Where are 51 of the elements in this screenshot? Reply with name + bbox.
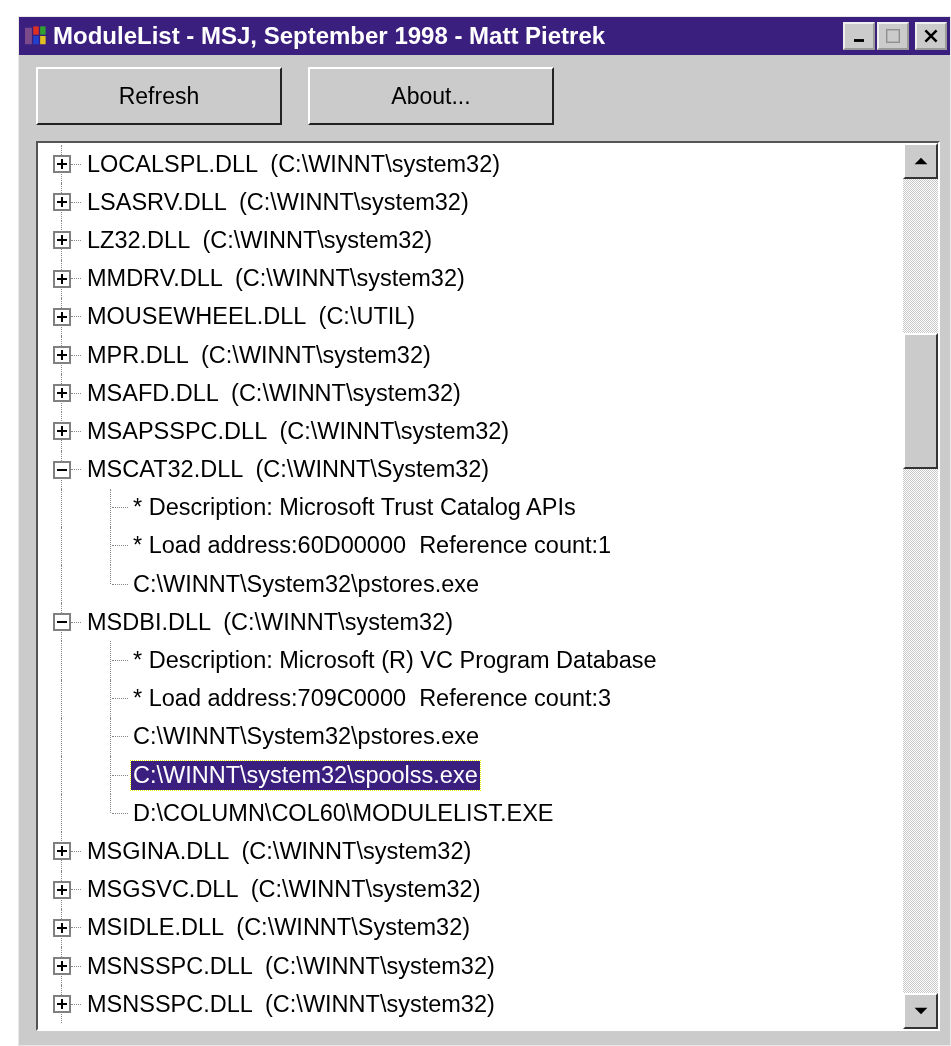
- tree-item[interactable]: MSGINA.DLL (C:\WINNT\system32): [85, 836, 474, 866]
- collapse-icon[interactable]: [53, 613, 71, 632]
- tree-item[interactable]: * Description: Microsoft Trust Catalog APIs: [131, 493, 578, 523]
- tree-item[interactable]: MSCAT32.DLL (C:\WINNT\System32): [85, 455, 492, 485]
- minimize-button[interactable]: [843, 22, 875, 50]
- tree-item[interactable]: * Description: Microsoft (R) VC Program Database: [131, 646, 659, 676]
- tree-item[interactable]: D:\COLUMN\COL60\MODULELIST.EXE: [131, 798, 556, 828]
- expand-icon[interactable]: [53, 384, 71, 403]
- tree-item[interactable]: LSASRV.DLL (C:\WINNT\system32): [85, 187, 471, 217]
- tree-item[interactable]: C:\WINNT\System32\pstores.exe: [131, 722, 482, 752]
- expand-icon[interactable]: [53, 231, 71, 250]
- expand-icon[interactable]: [53, 269, 71, 288]
- tree-item[interactable]: C:\WINNT\System32\pstores.exe: [131, 569, 482, 599]
- scrollbar[interactable]: [903, 143, 938, 1029]
- expand-icon[interactable]: [53, 842, 71, 861]
- tree-item[interactable]: * Load address:709C0000 Reference count:3: [131, 684, 614, 714]
- expand-icon[interactable]: [53, 880, 71, 899]
- tree-item[interactable]: MSAPSSPC.DLL (C:\WINNT\system32): [85, 416, 512, 446]
- tree-item[interactable]: * Load address:60D00000 Reference count:1: [131, 531, 614, 561]
- expand-icon[interactable]: [53, 957, 71, 976]
- tree-item[interactable]: LOCALSPL.DLL (C:\WINNT\system32): [85, 149, 503, 179]
- push-button[interactable]: About...: [308, 67, 554, 125]
- tree-item[interactable]: LZ32.DLL (C:\WINNT\system32): [85, 225, 435, 255]
- window-title: ModuleList - MSJ, September 1998 - Matt Pietrek: [53, 22, 607, 50]
- close-icon: [924, 29, 938, 43]
- tree-item[interactable]: MMDRV.DLL (C:\WINNT\system32): [85, 264, 467, 294]
- tree-item[interactable]: MSDBI.DLL (C:\WINNT\system32): [85, 607, 456, 637]
- tree-item[interactable]: MSIDLE.DLL (C:\WINNT\System32): [85, 913, 473, 943]
- expand-icon[interactable]: [53, 422, 71, 441]
- push-button[interactable]: Refresh: [36, 67, 282, 125]
- expand-icon[interactable]: [53, 193, 71, 212]
- close-button[interactable]: [915, 22, 947, 50]
- tree-item[interactable]: MPR.DLL (C:\WINNT\system32): [85, 340, 433, 370]
- window-logo-icon: [25, 25, 47, 47]
- expand-icon[interactable]: [53, 995, 71, 1014]
- tree-item[interactable]: MOUSEWHEEL.DLL (C:\UTIL): [85, 302, 418, 332]
- scroll-down-button[interactable]: [903, 993, 938, 1029]
- maximize-icon: [886, 29, 900, 43]
- tree-item[interactable]: MSNSSPC.DLL (C:\WINNT\system32): [85, 989, 497, 1019]
- minimize-icon: [854, 38, 864, 42]
- scroll-up-button[interactable]: [903, 143, 938, 179]
- tree-item[interactable]: MSAFD.DLL (C:\WINNT\system32): [85, 378, 463, 408]
- collapse-icon[interactable]: [53, 460, 71, 479]
- expand-icon[interactable]: [53, 155, 71, 174]
- expand-icon[interactable]: [53, 346, 71, 365]
- tree-item[interactable]: MSGSVC.DLL (C:\WINNT\system32): [85, 875, 483, 905]
- expand-icon[interactable]: [53, 307, 71, 326]
- tree-item[interactable]: C:\WINNT\system32\spoolss.exe: [131, 760, 480, 790]
- scrollbar-thumb[interactable]: [903, 333, 938, 469]
- tree-item[interactable]: MSNSSPC.DLL (C:\WINNT\system32): [85, 951, 497, 981]
- expand-icon[interactable]: [53, 918, 71, 937]
